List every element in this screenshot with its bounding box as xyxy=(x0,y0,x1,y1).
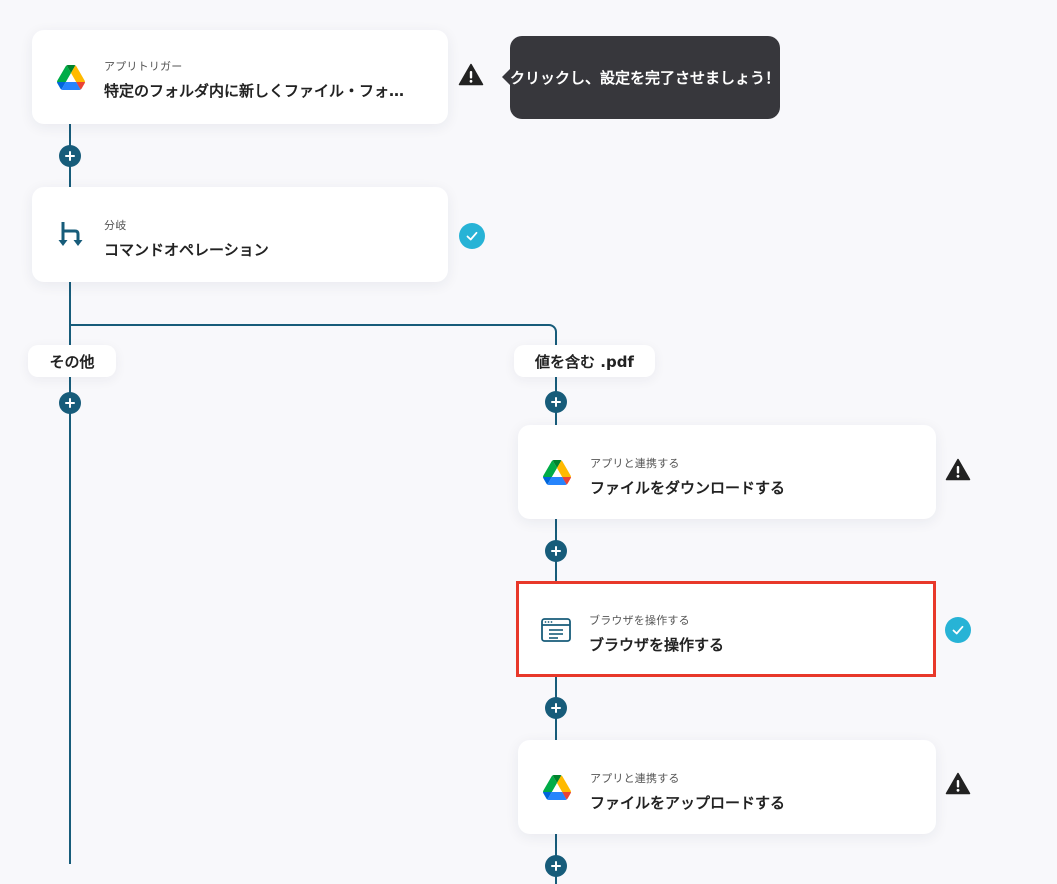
card-subtitle: ブラウザを操作する xyxy=(589,614,690,627)
step-card-upload[interactable]: アプリと連携する ファイルをアップロードする xyxy=(518,740,936,834)
branch-connector-line xyxy=(69,324,549,326)
check-icon xyxy=(459,223,485,249)
card-title: コマンドオペレーション xyxy=(104,241,269,259)
card-subtitle: アプリトリガー xyxy=(104,60,183,73)
card-title: ファイルをアップロードする xyxy=(590,794,786,812)
add-step-button[interactable] xyxy=(545,391,567,413)
branch-label-text: その他 xyxy=(49,352,95,371)
card-title: 特定のフォルダ内に新しくファイル・フォ… xyxy=(104,82,405,100)
plus-icon xyxy=(65,151,75,161)
branch-label-other[interactable]: その他 xyxy=(28,345,116,377)
card-subtitle: 分岐 xyxy=(104,219,127,232)
google-drive-icon xyxy=(56,62,86,92)
browser-window-icon xyxy=(541,615,571,645)
google-drive-icon xyxy=(542,457,572,487)
trigger-card[interactable]: アプリトリガー 特定のフォルダ内に新しくファイル・フォ… xyxy=(32,30,448,124)
tooltip-text: クリックし、設定を完了させましょう！ xyxy=(510,69,781,87)
branch-label-pdf[interactable]: 値を含む .pdf xyxy=(514,345,655,377)
card-title: ブラウザを操作する xyxy=(589,636,725,654)
add-step-button[interactable] xyxy=(59,392,81,414)
plus-icon xyxy=(551,397,561,407)
branch-icon xyxy=(56,219,86,249)
step-card-browser[interactable]: ブラウザを操作する ブラウザを操作する xyxy=(516,581,936,677)
branch-label-text: 値を含む .pdf xyxy=(535,352,634,371)
card-subtitle: アプリと連携する xyxy=(590,772,680,785)
branch-card[interactable]: 分岐 コマンドオペレーション xyxy=(32,187,448,282)
warning-icon[interactable] xyxy=(458,62,484,88)
setup-tooltip: クリックし、設定を完了させましょう！ xyxy=(502,36,781,119)
card-title: ファイルをダウンロードする xyxy=(590,479,786,497)
warning-icon[interactable] xyxy=(945,457,971,483)
flow-canvas: アプリトリガー 特定のフォルダ内に新しくファイル・フォ… クリックし、設定を完了… xyxy=(0,0,1057,884)
card-subtitle: アプリと連携する xyxy=(590,457,680,470)
check-icon xyxy=(945,617,971,643)
plus-icon xyxy=(65,398,75,408)
plus-icon xyxy=(551,546,561,556)
add-step-button[interactable] xyxy=(59,145,81,167)
plus-icon xyxy=(551,861,561,871)
google-drive-icon xyxy=(542,772,572,802)
add-step-button[interactable] xyxy=(545,540,567,562)
warning-icon[interactable] xyxy=(945,771,971,797)
add-step-button[interactable] xyxy=(545,855,567,877)
add-step-button[interactable] xyxy=(545,697,567,719)
plus-icon xyxy=(551,703,561,713)
step-card-download[interactable]: アプリと連携する ファイルをダウンロードする xyxy=(518,425,936,519)
